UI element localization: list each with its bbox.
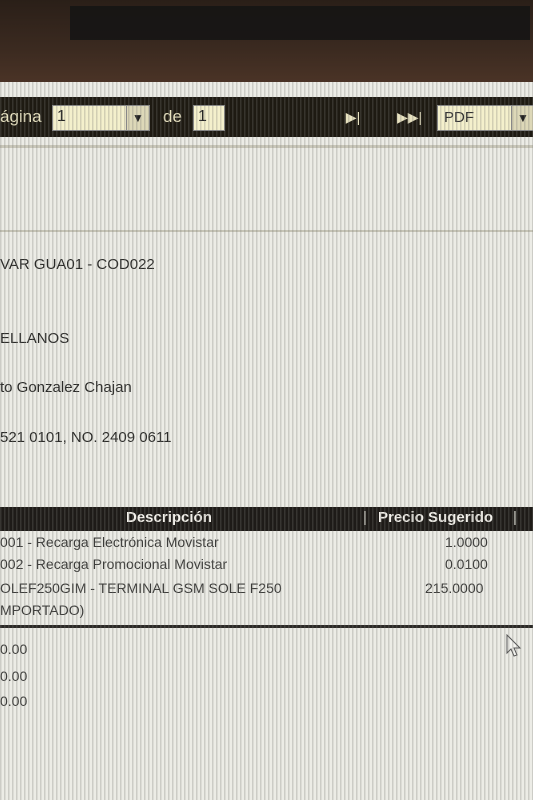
export-format-value: PDF [444, 109, 474, 126]
row-price: 0.0100 [445, 556, 488, 572]
header-field-location: ELLANOS [0, 330, 70, 347]
row-price: 1.0000 [445, 534, 488, 550]
table-bottom-border [0, 625, 533, 628]
header-field-name: to Gonzalez Chajan [0, 379, 132, 396]
page-select[interactable]: 1 ▼ [52, 105, 150, 131]
of-label: de [163, 107, 182, 126]
export-format-select[interactable]: PDF ▼ [437, 105, 533, 131]
total-pages-field: 1 [193, 105, 225, 131]
last-page-icon[interactable]: ▶▶| [397, 109, 422, 125]
row-description: OLEF250GIM - TERMINAL GSM SOLE F250 [0, 580, 282, 596]
column-header-suggested-price: Precio Sugerido [378, 509, 494, 526]
bezel-strip [70, 6, 530, 40]
row-description: 002 - Recarga Promocional Movistar [0, 556, 228, 572]
column-separator: | [363, 509, 367, 526]
page-label: ágina [0, 107, 42, 126]
column-header-description: Descripción [126, 509, 212, 526]
chevron-down-icon[interactable]: ▼ [126, 106, 149, 130]
next-page-icon[interactable]: ▶| [345, 109, 361, 125]
table-header: Descripción | Precio Sugerido | [0, 507, 533, 531]
separator [0, 145, 533, 148]
total-value: 0.00 [0, 641, 28, 657]
row-description: 001 - Recarga Electrónica Movistar [0, 534, 219, 550]
chevron-down-icon[interactable]: ▼ [511, 106, 533, 130]
column-separator: | [513, 509, 517, 526]
header-field-phone: 521 0101, NO. 2409 0611 [0, 429, 172, 446]
row-price: 215.0000 [425, 580, 484, 596]
header-field-agent: VAR GUA01 - COD022 [0, 256, 155, 273]
total-pages-value: 1 [198, 108, 207, 125]
total-value: 0.00 [0, 693, 28, 709]
report-viewer-screen: ágina 1 ▼ de 1 ▶| ▶▶| PDF ▼ VAR GUA01 - … [0, 82, 533, 800]
monitor-bezel [0, 0, 533, 82]
row-description: MPORTADO) [0, 602, 85, 618]
separator [0, 230, 533, 232]
total-value: 0.00 [0, 668, 28, 684]
page-select-value: 1 [57, 108, 66, 125]
mouse-cursor-icon [506, 634, 522, 657]
report-toolbar: ágina 1 ▼ de 1 ▶| ▶▶| PDF ▼ [0, 97, 533, 137]
